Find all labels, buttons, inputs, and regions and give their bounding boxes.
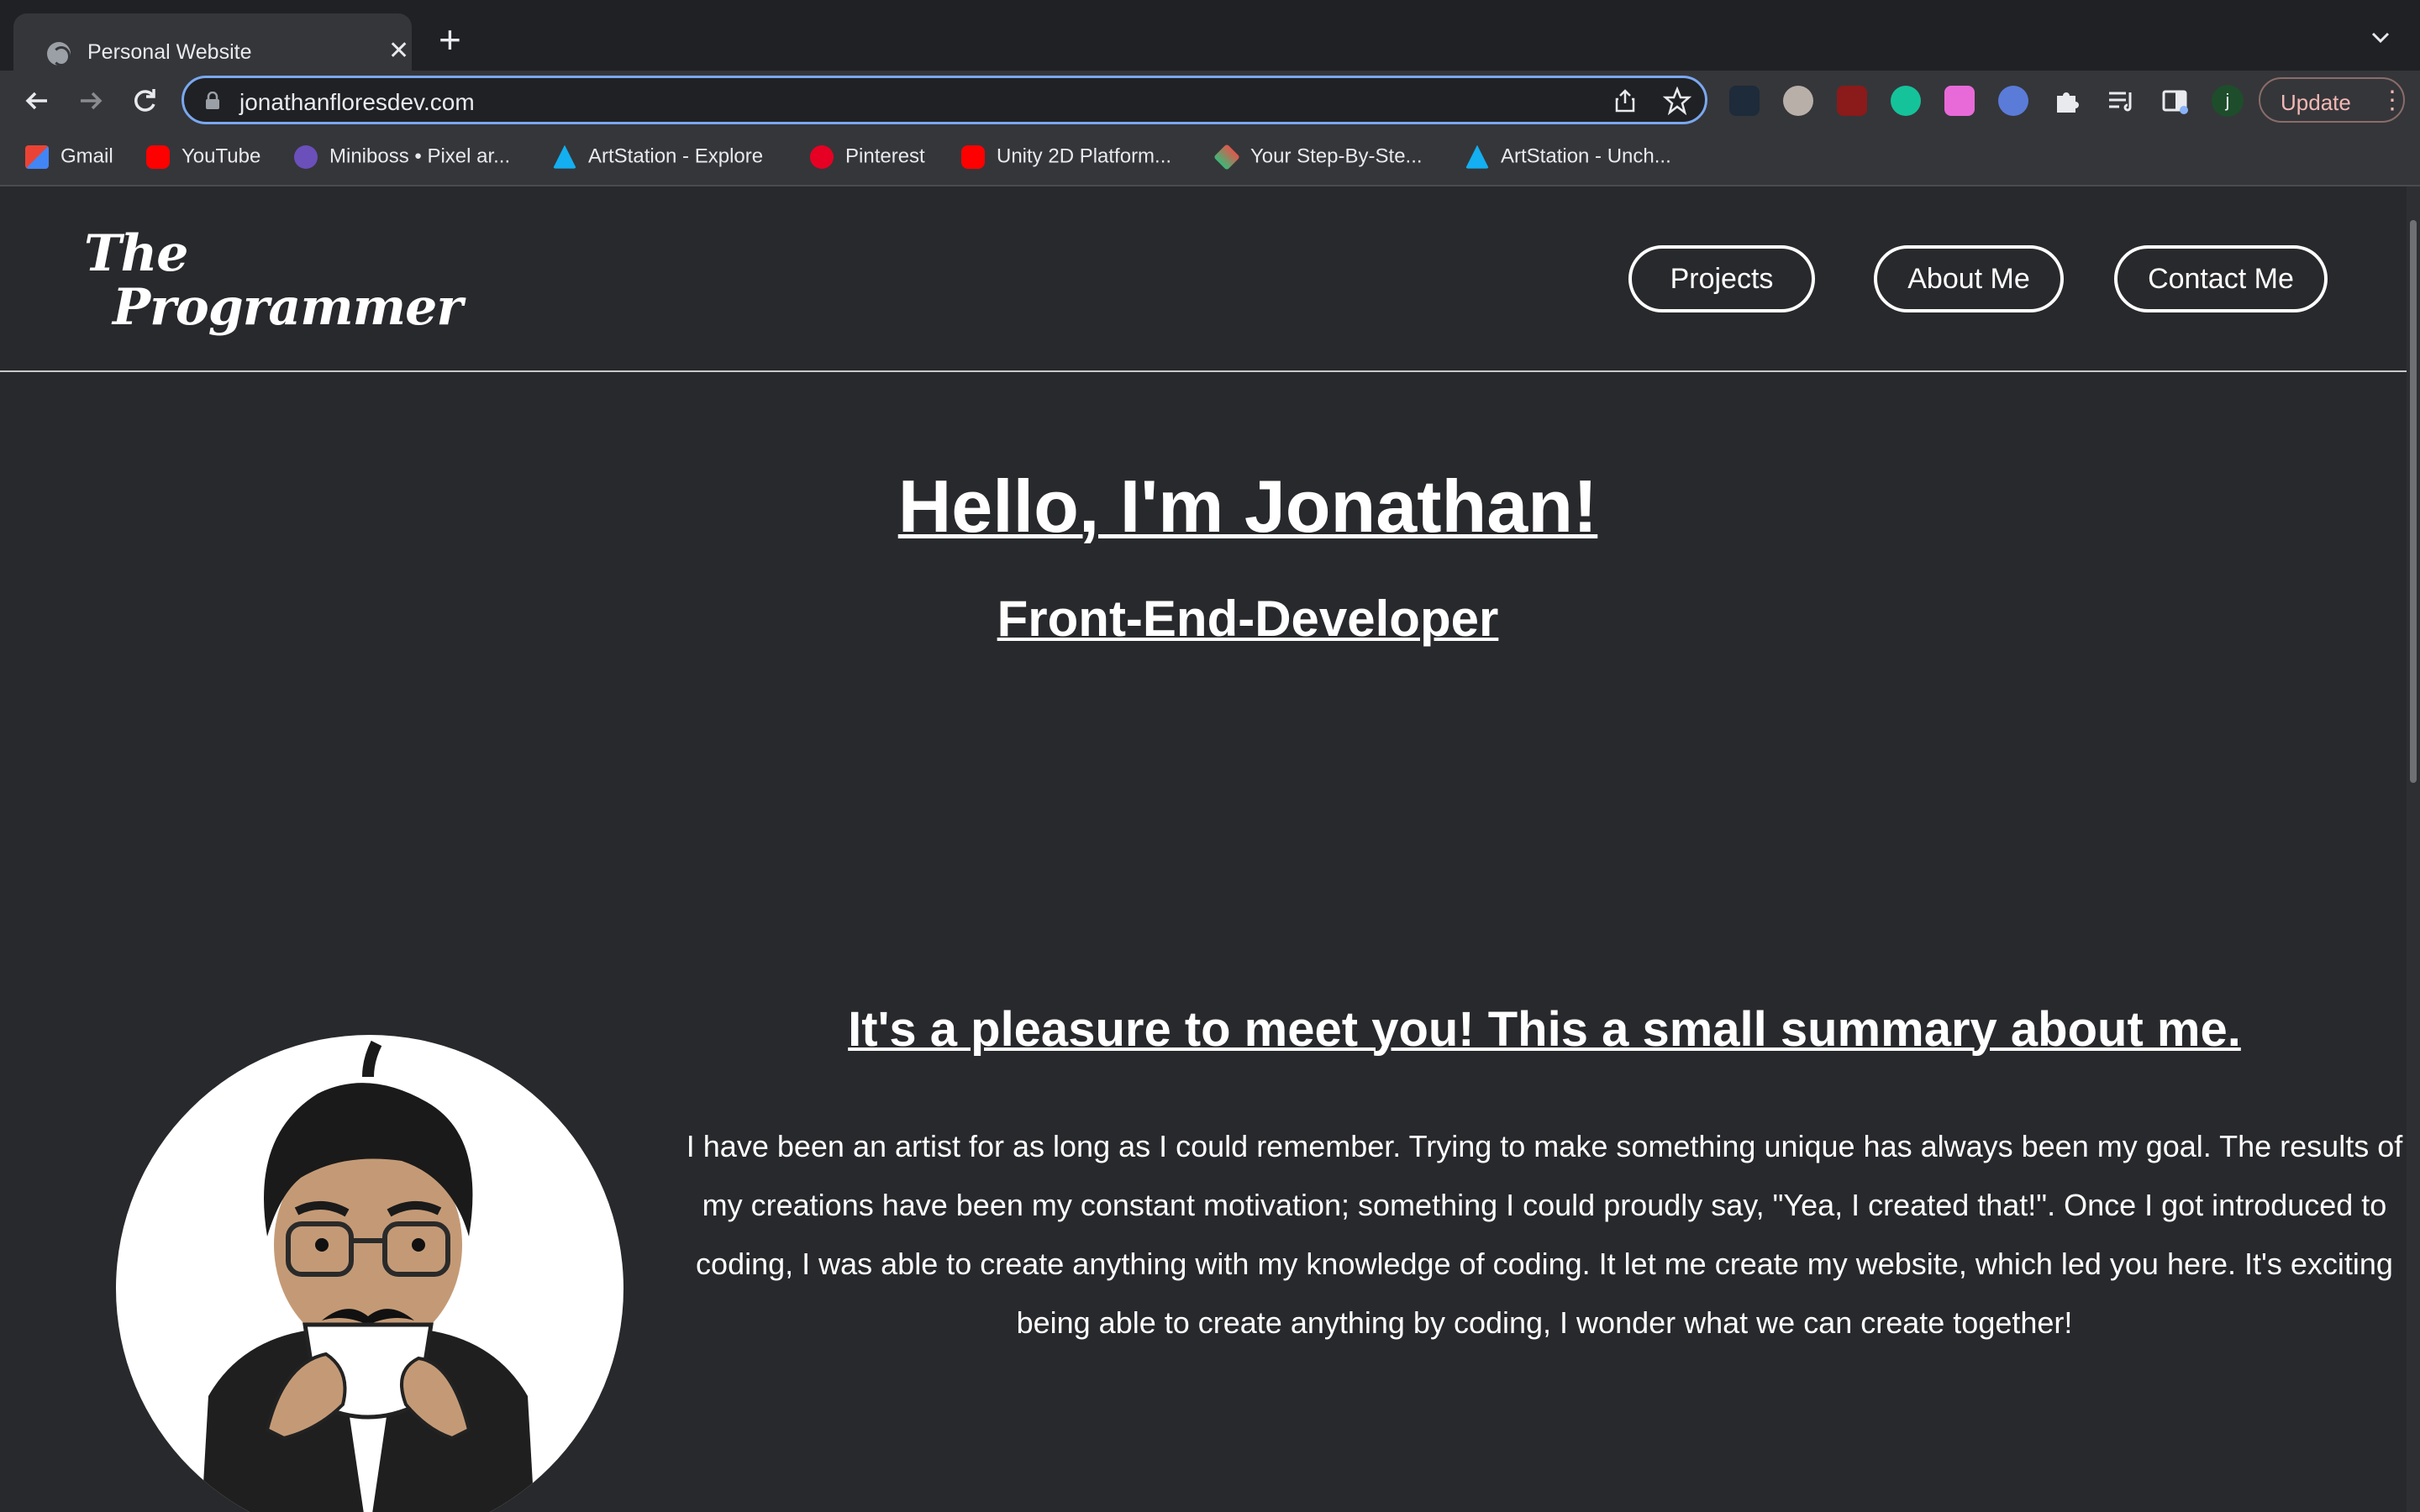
bookmark-artstation-unch[interactable]: ArtStation - Unch... — [1465, 144, 1671, 171]
back-arrow-icon[interactable] — [20, 84, 54, 118]
profile-avatar[interactable]: j — [2212, 85, 2244, 117]
artstation-icon — [1465, 144, 1489, 169]
coffee-drinker-illustration — [202, 1040, 534, 1512]
tab-search-chevron-icon[interactable] — [2368, 25, 2393, 50]
scrollbar-thumb[interactable] — [2410, 220, 2417, 783]
glasses-extension-icon[interactable] — [1783, 86, 1813, 116]
ublock-extension-icon[interactable] — [1837, 86, 1867, 116]
artstation-extension-icon[interactable] — [1729, 86, 1760, 116]
bookmark-star-icon[interactable] — [1663, 87, 1691, 115]
bookmark-artstation-explore[interactable]: ArtStation - Explore — [553, 144, 763, 171]
colorzilla-extension-icon[interactable] — [1944, 86, 1975, 116]
avatar-illustration — [116, 1035, 623, 1512]
url-text[interactable]: jonathanfloresdev.com — [239, 89, 475, 116]
reading-list-icon[interactable] — [2106, 86, 2136, 116]
browser-tab[interactable]: Personal Website ✕ — [13, 13, 412, 71]
globe-icon — [47, 42, 71, 66]
share-icon[interactable] — [1612, 88, 1638, 113]
address-bar[interactable]: jonathanfloresdev.com — [182, 76, 1707, 124]
layers-icon — [1213, 143, 1240, 171]
reload-icon[interactable] — [128, 84, 161, 118]
more-menu-icon[interactable]: ⋮ — [2380, 86, 2405, 115]
logo-line-1: The — [84, 224, 188, 283]
tab-title: Personal Website — [87, 40, 252, 64]
bookmark-gmail[interactable]: Gmail — [25, 144, 113, 171]
new-tab-icon[interactable]: + — [439, 20, 461, 59]
extensions-puzzle-icon[interactable] — [2052, 86, 2082, 116]
hero-title: Hello, I'm Jonathan! — [897, 465, 1598, 548]
update-button-label: Update — [2281, 90, 2351, 115]
hero-subtitle: Front-End-Developer — [997, 591, 1499, 647]
lock-icon[interactable] — [204, 92, 221, 110]
bookmark-unity-2d[interactable]: Unity 2D Platform... — [961, 144, 1171, 171]
youtube-icon — [146, 144, 170, 169]
artstation-icon — [553, 144, 576, 169]
nav-contact-me-button[interactable]: Contact Me — [2114, 245, 2328, 312]
bookmark-miniboss[interactable]: Miniboss • Pixel ar... — [294, 144, 510, 171]
close-tab-icon[interactable]: ✕ — [388, 39, 409, 64]
youtube-icon — [961, 144, 985, 169]
logo-line-2: Programmer — [113, 278, 463, 337]
bookmark-youtube[interactable]: YouTube — [146, 144, 260, 171]
screenshot-extension-icon[interactable] — [1998, 86, 2028, 116]
gmail-icon — [25, 144, 49, 169]
bookmark-pinterest[interactable]: Pinterest — [810, 144, 925, 171]
update-button[interactable]: Update ⋮ — [2259, 77, 2405, 123]
web-page: The Programmer Projects About Me Contact… — [0, 186, 2407, 1512]
pinterest-icon — [810, 144, 834, 169]
header-divider — [0, 370, 2407, 372]
nav-about-me-button[interactable]: About Me — [1874, 245, 2064, 312]
nav-projects-button[interactable]: Projects — [1628, 245, 1815, 312]
bookmark-step-by-step[interactable]: Your Step-By-Ste... — [1213, 143, 1423, 171]
tab-strip: Personal Website ✕ + — [0, 0, 2420, 71]
summary-title: It's a pleasure to meet you! This a smal… — [848, 1002, 2241, 1057]
miniboss-icon — [294, 144, 318, 169]
side-panel-icon[interactable] — [2160, 86, 2190, 116]
forward-arrow-icon[interactable] — [74, 84, 108, 118]
grammarly-extension-icon[interactable] — [1891, 86, 1921, 116]
site-logo[interactable]: The Programmer — [84, 224, 463, 337]
summary-text: I have been an artist for as long as I c… — [686, 1129, 2403, 1340]
page-scrollbar[interactable] — [2407, 186, 2420, 1512]
